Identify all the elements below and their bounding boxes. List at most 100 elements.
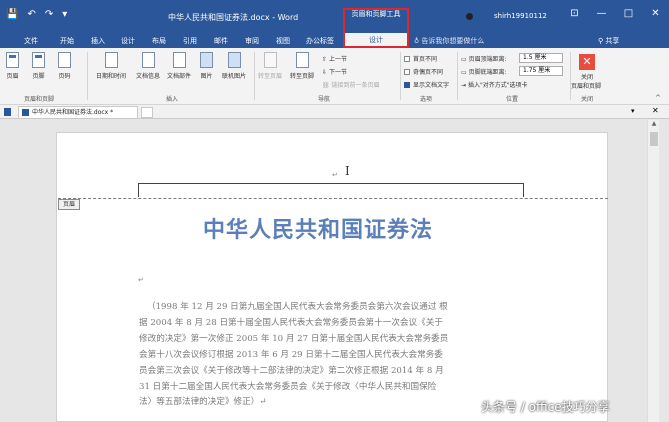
insert-alignment-tab-button[interactable]: ⇥ 插入"对齐方式"选项卡	[461, 80, 527, 89]
insert-alignment-tab-label: 插入"对齐方式"选项卡	[467, 82, 528, 89]
tell-me-search[interactable]: ♁ 告诉我你想要做什么	[414, 36, 484, 46]
word-doc-icon	[4, 108, 11, 116]
header-top-distance-label: ▭ 页眉顶端距离:	[461, 54, 507, 63]
next-icon: ⇩	[322, 69, 329, 76]
tab-mailings[interactable]: 邮件	[214, 36, 228, 46]
collapse-ribbon-button[interactable]: ^	[655, 94, 661, 102]
alignment-tab-icon: ⇥	[461, 82, 468, 89]
group-divider	[570, 52, 571, 100]
document-body-paragraph[interactable]: （1998 年 12 月 29 日第九届全国人民代表大会常务委员会第六次会议通过…	[139, 300, 525, 411]
tell-me-text: 告诉我你想要做什么	[421, 37, 485, 45]
group-label-header-footer: 页眉和页脚	[24, 96, 55, 103]
tab-layout[interactable]: 布局	[152, 36, 166, 46]
goto-footer-label: 转至页脚	[290, 73, 315, 80]
context-tab-highlight	[343, 8, 409, 48]
doc-info-button[interactable]: 文档信息	[136, 52, 160, 80]
word-doc-icon	[22, 109, 29, 116]
text-cursor: I	[345, 164, 350, 178]
page-number-label: 页码	[58, 73, 71, 80]
group-label-navigation: 导航	[318, 96, 331, 103]
picture-button[interactable]: 图片	[200, 52, 213, 80]
group-divider	[457, 52, 458, 100]
ribbon: 页眉 页脚 页码 页眉和页脚 日期和时间 文档信息 文档部件 图片 联机图片 插…	[0, 48, 669, 105]
body-line: 会第十八次会议修订根据 2013 年 6 月 29 日第十二届全国人民代表大会常…	[139, 349, 443, 360]
close-window-button[interactable]: ✕	[642, 8, 669, 19]
goto-header-button[interactable]: 转至页眉	[258, 52, 282, 80]
tab-review[interactable]: 审阅	[245, 36, 259, 46]
user-avatar-icon[interactable]	[466, 13, 473, 20]
checkbox-box-checked	[404, 82, 410, 88]
scroll-up-arrow[interactable]: ▲	[648, 120, 660, 130]
next-section-button[interactable]: ⇩ 下一节	[322, 67, 347, 76]
footer-bottom-distance-input[interactable]: 1.75 厘米	[519, 66, 563, 76]
date-time-label: 日期和时间	[96, 73, 127, 80]
previous-section-label: 上一节	[328, 56, 347, 63]
header-rule-box	[138, 183, 524, 197]
ribbon-tabs: 文件 开始 插入 设计 布局 引用 邮件 审阅 视图 办公标签 设计 ♁ 告诉我…	[0, 33, 669, 48]
document-tab-active[interactable]: 中华人民共和国证券法.docx *	[18, 106, 138, 118]
online-picture-icon	[227, 52, 241, 68]
share-label: 共享	[605, 37, 620, 45]
close-header-footer-label-2: 页眉和页脚	[571, 83, 602, 90]
link-icon: ⛓	[322, 82, 332, 89]
tab-view[interactable]: 视图	[276, 36, 290, 46]
document-heading[interactable]: 中华人民共和国证券法	[203, 212, 433, 244]
tab-office-tab[interactable]: 办公标签	[306, 36, 334, 46]
doc-parts-button[interactable]: 文档部件	[167, 52, 191, 80]
different-odd-even-label: 奇偶页不同	[413, 69, 444, 76]
previous-icon: ⇧	[322, 56, 329, 63]
header-top-icon: ▭	[461, 56, 469, 63]
group-divider	[87, 52, 88, 100]
footer-bottom-distance-label: ▭ 页脚底端距离:	[461, 67, 507, 76]
link-to-previous-button[interactable]: ⛓ 链接到前一条页眉	[322, 80, 380, 89]
picture-icon	[200, 52, 213, 68]
share-button[interactable]: ⚲ 共享	[598, 36, 619, 46]
different-odd-even-checkbox[interactable]: 奇偶页不同	[404, 67, 443, 76]
maximize-button[interactable]: □	[615, 8, 642, 19]
show-document-text-checkbox[interactable]: 显示文档文字	[404, 80, 449, 89]
ribbon-display-options-button[interactable]: ⊡	[561, 8, 588, 19]
footer-button[interactable]: 页脚	[32, 52, 45, 80]
body-line: 法〉等五部法律的决定》修正）↵	[139, 397, 267, 408]
doc-parts-icon	[172, 52, 186, 68]
user-name[interactable]: shirh19910112	[494, 12, 547, 20]
next-section-label: 下一节	[328, 69, 347, 76]
goto-footer-icon	[295, 52, 309, 68]
goto-header-icon	[263, 52, 277, 68]
undo-icon[interactable]: ↶	[27, 9, 35, 20]
close-header-footer-label-1: 关闭	[581, 74, 594, 81]
tab-insert[interactable]: 插入	[91, 36, 105, 46]
tab-list-dropdown[interactable]: ▾	[631, 107, 635, 115]
goto-footer-button[interactable]: 转至页脚	[290, 52, 314, 80]
tab-references[interactable]: 引用	[183, 36, 197, 46]
scrollbar-thumb[interactable]	[650, 132, 658, 146]
tab-file[interactable]: 文件	[24, 36, 38, 46]
watermark-text: 头条号 / office技巧分享	[481, 400, 610, 414]
header-button[interactable]: 页眉	[6, 52, 19, 80]
group-divider	[254, 52, 255, 100]
doc-parts-label: 文档部件	[167, 73, 192, 80]
tab-design[interactable]: 设计	[121, 36, 135, 46]
previous-section-button[interactable]: ⇧ 上一节	[322, 54, 347, 63]
header-top-distance-input[interactable]: 1.5 厘米	[519, 53, 563, 63]
link-to-previous-label: 链接到前一条页眉	[331, 82, 380, 89]
online-picture-button[interactable]: 联机图片	[222, 52, 246, 80]
minimize-button[interactable]: —	[588, 8, 615, 19]
close-document-tab-button[interactable]: ✕	[652, 106, 659, 115]
group-label-position: 位置	[506, 96, 519, 103]
body-line: 员会第三次会议《关于修改等十二部法律的决定》第二次修正根据 2014 年 8 月	[139, 365, 444, 376]
close-header-footer-button[interactable]: ✕	[579, 54, 595, 70]
save-icon[interactable]: 💾	[6, 9, 18, 20]
document-tab-label: 中华人民共和国证券法.docx *	[32, 109, 114, 116]
body-line: 据 2004 年 8 月 28 日第十届全国人民代表大会常务委员会第十一次会议《…	[139, 317, 443, 328]
vertical-scrollbar[interactable]: ▲	[647, 120, 659, 422]
different-first-page-checkbox[interactable]: 首页不同	[404, 54, 437, 63]
tab-home[interactable]: 开始	[60, 36, 74, 46]
doc-info-icon	[141, 52, 155, 68]
date-time-button[interactable]: 日期和时间	[96, 52, 126, 80]
new-tab-button[interactable]	[141, 107, 153, 118]
page-number-button[interactable]: 页码	[58, 52, 71, 80]
customize-qat-icon[interactable]: ▾	[62, 9, 67, 20]
body-line: 31 日第十二届全国人民代表大会常务委员会《关于修改〈中华人民共和国保险	[139, 381, 437, 392]
redo-icon[interactable]: ↷	[45, 9, 53, 20]
